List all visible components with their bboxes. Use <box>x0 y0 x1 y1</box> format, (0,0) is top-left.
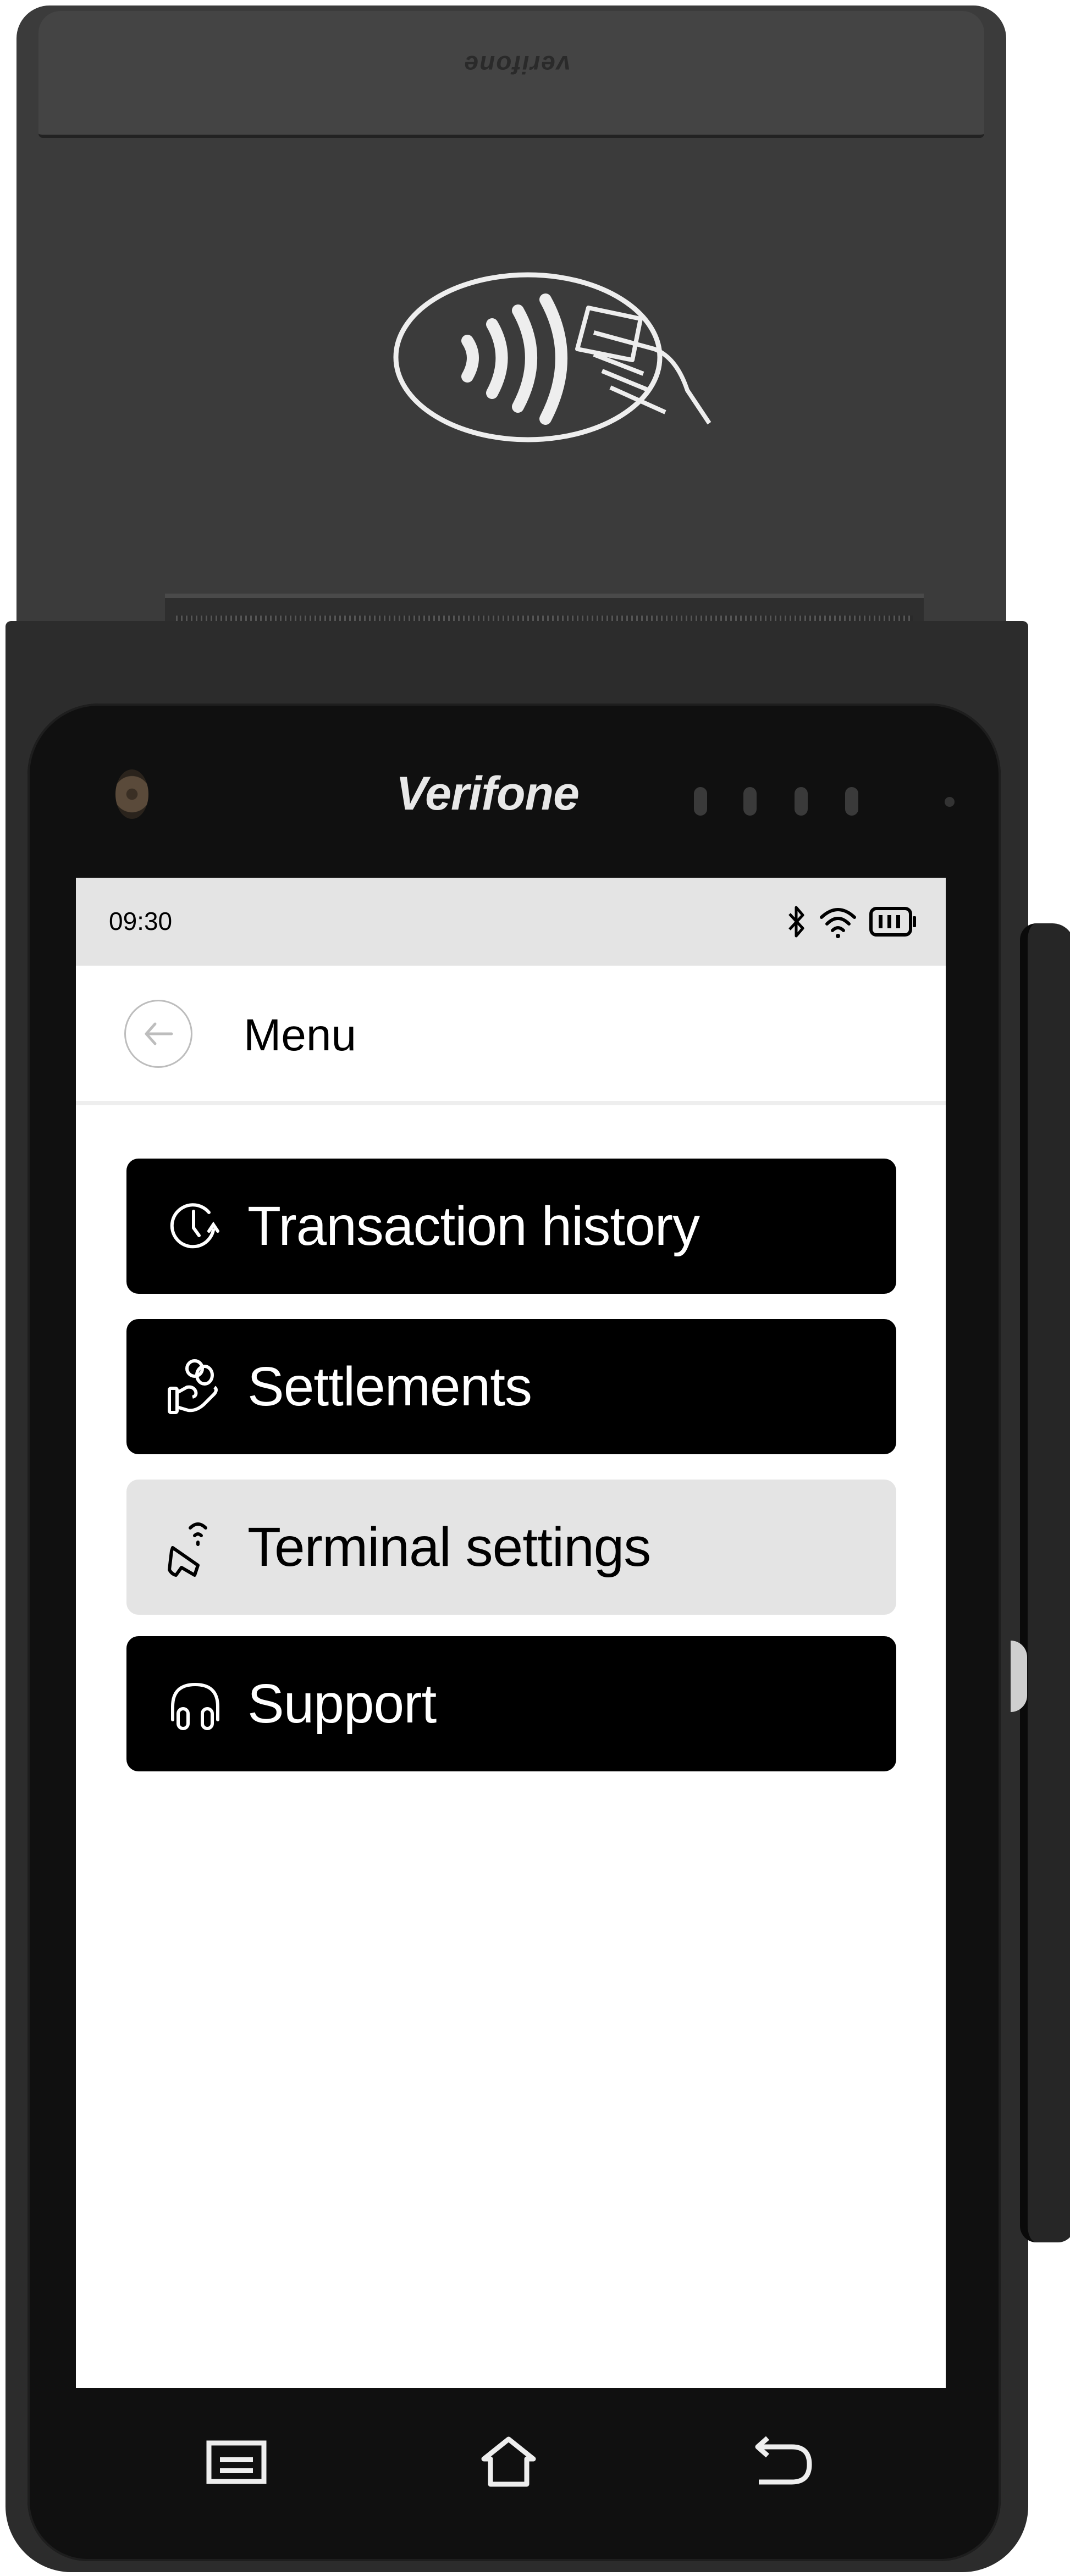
nav-home-button[interactable] <box>473 2435 544 2490</box>
led-indicator <box>694 787 707 816</box>
headset-icon <box>165 1674 225 1734</box>
menu-item-label: Transaction history <box>247 1195 700 1257</box>
clock-history-icon <box>165 1196 225 1256</box>
back-arrow-icon <box>755 2436 812 2485</box>
lid-brand-logo: verifone <box>463 51 571 79</box>
header: Menu <box>76 966 946 1105</box>
led-indicator <box>743 787 757 816</box>
brand-logo: Verifone <box>396 767 580 820</box>
menu-item-transaction-history[interactable]: Transaction history <box>126 1159 896 1294</box>
status-icons <box>785 904 918 939</box>
menu-item-support[interactable]: Support <box>126 1636 896 1771</box>
menu-item-terminal-settings[interactable]: Terminal settings <box>126 1480 896 1615</box>
led-indicator <box>795 787 808 816</box>
recent-apps-icon <box>206 2440 267 2484</box>
battery-icon <box>869 907 916 937</box>
led-indicator <box>845 787 858 816</box>
page-title: Menu <box>244 1010 357 1060</box>
arrow-left-icon <box>145 1022 173 1045</box>
side-button[interactable] <box>1011 1641 1027 1712</box>
contactless-payment-icon <box>393 272 712 442</box>
status-bar: 09:30 <box>76 878 946 966</box>
screen: 09:30 Menu Transaction history Settlemen… <box>76 878 946 2388</box>
light-sensor <box>945 797 955 807</box>
status-time: 09:30 <box>109 907 173 935</box>
nav-recent-apps-button[interactable] <box>201 2435 272 2490</box>
home-icon <box>481 2436 536 2487</box>
camera-icon <box>115 769 148 819</box>
menu-item-label: Support <box>247 1672 437 1735</box>
menu-item-label: Settlements <box>247 1355 532 1417</box>
nav-back-button[interactable] <box>748 2435 819 2490</box>
wifi-icon <box>820 908 856 938</box>
card-reader <box>1020 923 1070 2242</box>
menu-item-label: Terminal settings <box>247 1516 651 1578</box>
terminal-contactless-icon <box>165 1517 225 1577</box>
hand-coins-icon <box>165 1356 225 1417</box>
menu-item-settlements[interactable]: Settlements <box>126 1319 896 1454</box>
bluetooth-icon <box>788 906 804 938</box>
back-button[interactable] <box>124 1000 192 1068</box>
